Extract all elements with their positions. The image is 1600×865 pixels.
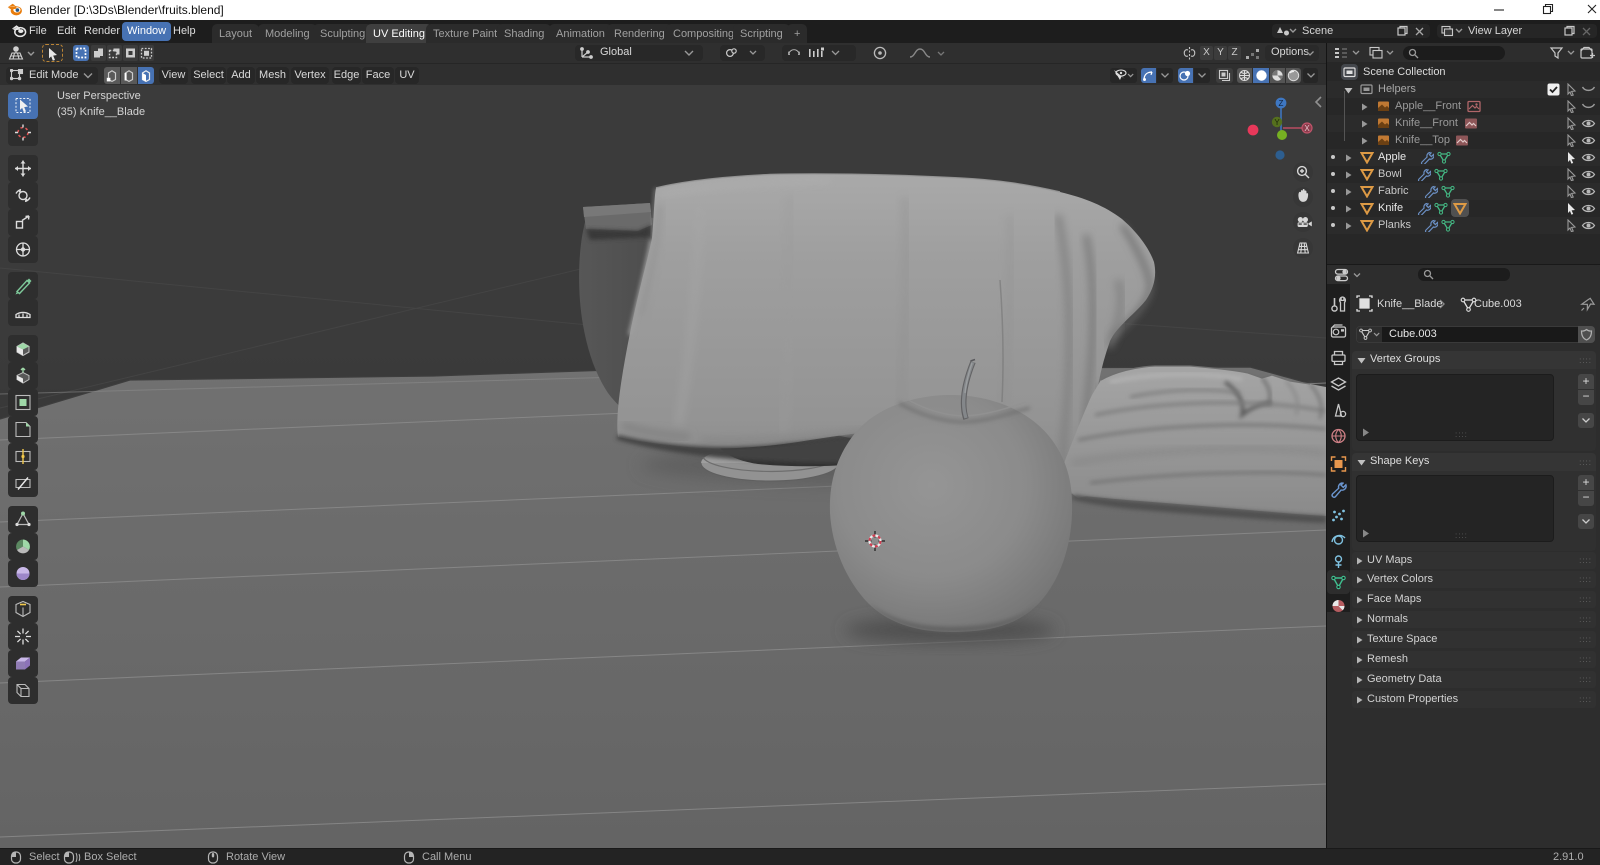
- svg-text:X: X: [1304, 124, 1310, 133]
- svg-text:Z: Z: [1279, 99, 1284, 108]
- svg-text:Y: Y: [1274, 118, 1280, 127]
